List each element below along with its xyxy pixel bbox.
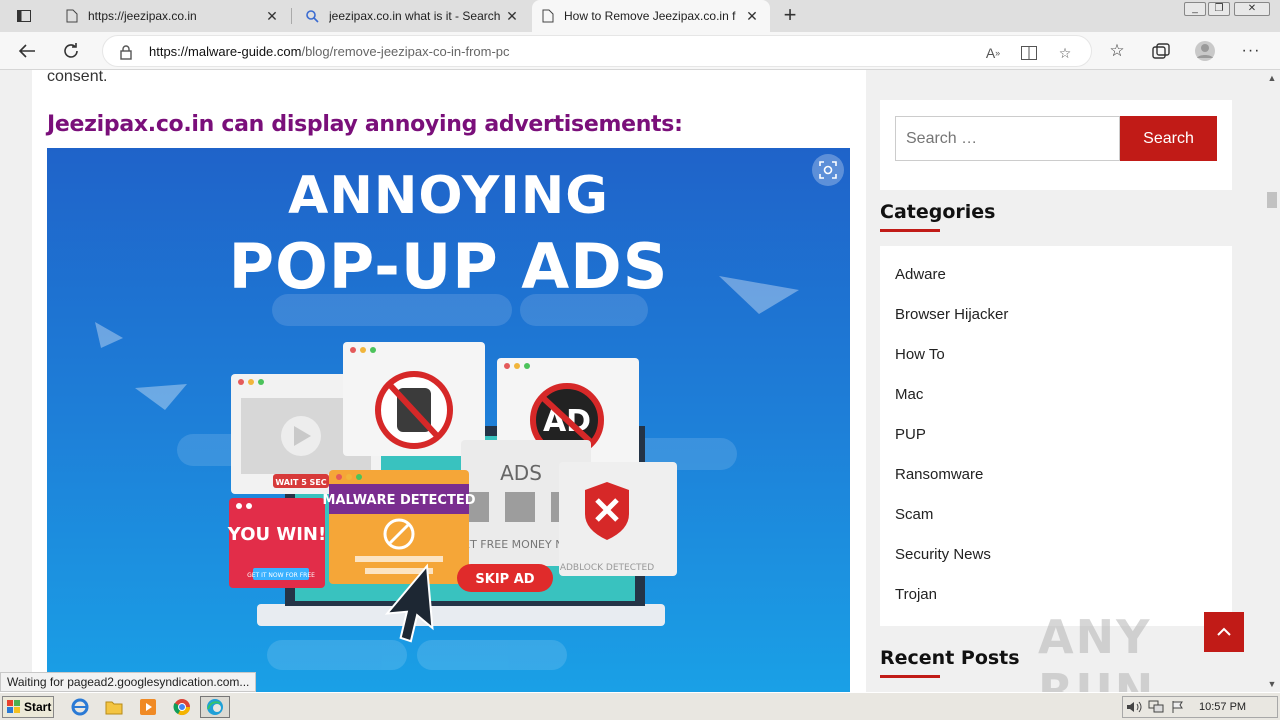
start-label: Start (24, 700, 52, 714)
profile-button[interactable] (1192, 39, 1218, 63)
favorites-icon: ☆ (1109, 41, 1125, 60)
tab-jeezipax[interactable]: https://jeezipax.co.in ✕ (56, 0, 290, 32)
category-link[interactable]: Security News (895, 546, 991, 563)
article-content: consent. Jeezipax.co.in can display anno… (32, 70, 866, 692)
tab-title: How to Remove Jeezipax.co.in f (564, 9, 736, 23)
you-win-label: YOU WIN! (227, 524, 326, 545)
category-link[interactable]: How To (895, 346, 945, 363)
title-underline (880, 229, 940, 232)
close-window-button[interactable]: ✕ (1234, 2, 1270, 16)
windows-logo-icon (7, 700, 20, 713)
edge-icon[interactable] (200, 696, 230, 718)
search-widget: Search (880, 100, 1232, 190)
categories-title: Categories (880, 201, 996, 223)
scroll-up-arrow-icon[interactable]: ▲ (1264, 70, 1280, 86)
favorites-button[interactable]: ☆ (1104, 39, 1130, 63)
scrollbar-thumb[interactable] (1267, 192, 1277, 208)
status-bar: Waiting for pagead2.googlesyndication.co… (0, 672, 257, 692)
get-it-now-label: GET IT NOW FOR FREE (247, 572, 315, 579)
browser-toolbar: https://malware-guide.com/blog/remove-je… (0, 32, 1280, 70)
scroll-down-arrow-icon[interactable]: ▼ (1264, 676, 1280, 692)
restore-button[interactable]: ❐ (1208, 2, 1230, 16)
sidebar: Search Categories Adware Browser Hijacke… (880, 100, 1232, 692)
section-heading: Jeezipax.co.in can display annoying adve… (47, 112, 683, 137)
page-icon (542, 9, 554, 23)
add-favorite-icon[interactable]: ☆ (1056, 44, 1074, 62)
media-player-icon[interactable] (136, 696, 160, 718)
read-aloud-icon[interactable]: A» (984, 44, 1002, 62)
tab-actions-icon[interactable] (12, 6, 36, 26)
tab-title: jeezipax.co.in what is it - Search (329, 9, 501, 23)
title-underline (880, 675, 940, 678)
new-tab-button[interactable]: + (778, 4, 802, 28)
article-text: consent. (47, 70, 108, 85)
minimize-button[interactable]: _ (1184, 2, 1206, 16)
ie-icon[interactable] (68, 696, 92, 718)
flag-icon[interactable] (1167, 697, 1189, 717)
page-viewport: consent. Jeezipax.co.in can display anno… (0, 70, 1264, 692)
close-icon[interactable]: ✕ (744, 8, 760, 25)
more-icon: ··· (1241, 42, 1261, 59)
category-link[interactable]: Ransomware (895, 466, 983, 483)
scroll-to-top-button[interactable] (1204, 612, 1244, 652)
category-link[interactable]: Browser Hijacker (895, 306, 1008, 323)
close-icon[interactable]: ✕ (504, 8, 520, 25)
folder-icon[interactable] (102, 696, 126, 718)
back-button[interactable] (14, 39, 40, 63)
page-scrollbar[interactable]: ▲ ▼ (1264, 70, 1280, 692)
chevron-up-icon (1217, 627, 1231, 636)
refresh-button[interactable] (58, 39, 84, 63)
address-bar[interactable]: https://malware-guide.com/blog/remove-je… (102, 35, 1092, 67)
tab-search[interactable]: jeezipax.co.in what is it - Search ✕ (296, 0, 530, 32)
collections-icon (1152, 43, 1170, 59)
collections-button[interactable] (1148, 39, 1174, 63)
clock: 10:57 PM (1199, 701, 1247, 713)
url-text[interactable]: https://malware-guide.com/blog/remove-je… (149, 44, 510, 59)
avatar-icon (1195, 41, 1215, 61)
taskbar: Start 10:57 PM (0, 692, 1280, 720)
adblock-label: ADBLOCK DETECTED (560, 563, 654, 573)
popup-ads-illustration: WAIT 5 SEC AD ADS GET FREE MONEY (95, 276, 799, 670)
category-link[interactable]: Trojan (895, 586, 937, 603)
category-link[interactable]: PUP (895, 426, 926, 443)
close-icon[interactable]: ✕ (264, 8, 280, 25)
network-icon[interactable] (1145, 697, 1167, 717)
chrome-icon[interactable] (170, 696, 194, 718)
back-arrow-icon (18, 44, 35, 58)
wait-label: WAIT 5 SEC (275, 478, 326, 487)
immersive-reader-icon[interactable] (1020, 44, 1038, 62)
category-link[interactable]: Mac (895, 386, 923, 403)
search-button[interactable]: Search (1120, 116, 1217, 161)
category-link[interactable]: Adware (895, 266, 946, 283)
settings-more-button[interactable]: ··· (1238, 39, 1264, 63)
refresh-icon (64, 43, 78, 58)
tab-malware-guide[interactable]: How to Remove Jeezipax.co.in f ✕ (532, 0, 770, 32)
start-button[interactable]: Start (2, 696, 54, 718)
speaker-icon[interactable] (1123, 697, 1145, 717)
article-image: ANNOYING POP-UP ADS WAIT 5 SEC ADS GET F… (47, 148, 850, 692)
ads-label: ADS (500, 461, 542, 485)
search-icon (306, 9, 319, 23)
skip-ad-label: SKIP AD (475, 572, 534, 587)
tab-strip: https://jeezipax.co.in ✕ jeezipax.co.in … (0, 0, 1280, 32)
system-tray: 10:57 PM (1122, 696, 1278, 718)
lock-icon[interactable] (119, 44, 133, 60)
categories-list: Adware Browser Hijacker How To Mac PUP R… (880, 246, 1232, 626)
malware-detected-label: MALWARE DETECTED (322, 493, 475, 508)
page-icon (66, 9, 78, 23)
category-link[interactable]: Scam (895, 506, 933, 523)
search-input[interactable] (895, 116, 1120, 161)
recent-posts-title: Recent Posts (880, 647, 1020, 669)
tab-title: https://jeezipax.co.in (88, 9, 197, 23)
